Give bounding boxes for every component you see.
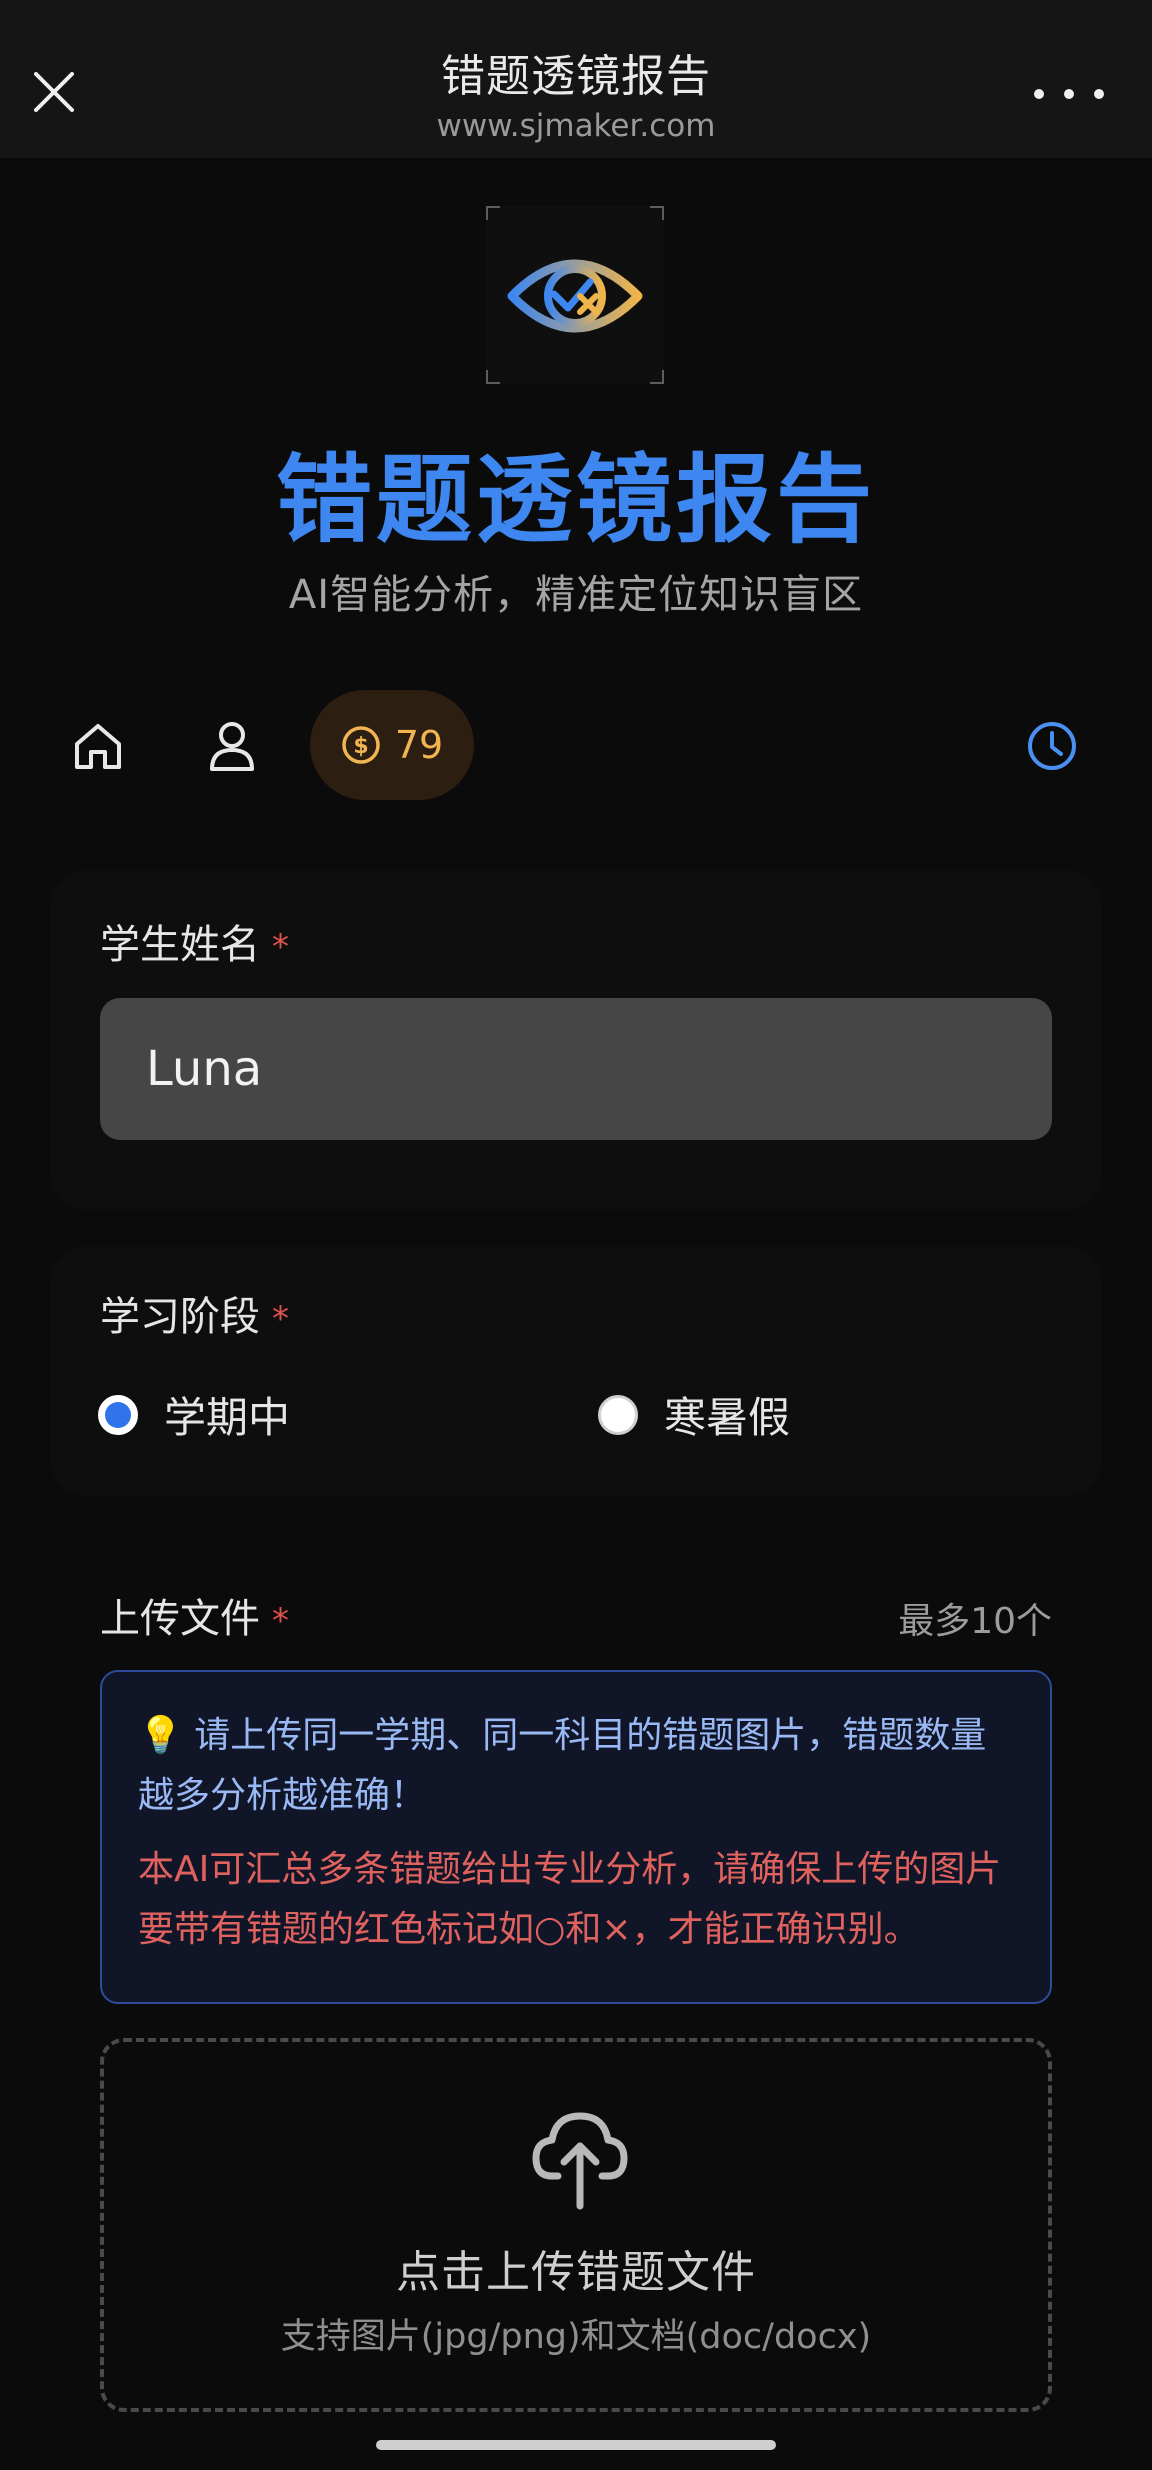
radio-label: 寒暑假 bbox=[664, 1393, 791, 1442]
learning-stage-label: 学习阶段 * bbox=[100, 1284, 289, 1342]
dot bbox=[1034, 89, 1044, 99]
hero-subtitle: AI智能分析，精准定位知识盲区 bbox=[288, 572, 864, 618]
user-icon[interactable] bbox=[204, 718, 260, 774]
cloud-upload-icon bbox=[532, 2112, 628, 2210]
home-icon[interactable] bbox=[70, 718, 126, 774]
tip-text: 请上传同一学期、同一科目的错题图片，错题数量越多分析越准确！ bbox=[138, 1715, 987, 1816]
upload-title: 点击上传错题文件 bbox=[396, 2247, 756, 2298]
student-name-input[interactable] bbox=[100, 998, 1052, 1140]
upload-subtitle: 支持图片(jpg/png)和文档(doc/docx) bbox=[280, 2317, 872, 2357]
required-mark: * bbox=[272, 927, 289, 967]
coin-balance-button[interactable]: $ 79 bbox=[310, 690, 474, 800]
site-url: www.sjmaker.com bbox=[436, 108, 716, 144]
radio-label: 学期中 bbox=[164, 1393, 291, 1442]
upload-warning: 本AI可汇总多条错题给出专业分析，请确保上传的图片要带有错题的红色标记如○和×，… bbox=[138, 1849, 1002, 1950]
max-files-note: 最多10个 bbox=[898, 1601, 1052, 1642]
dollar-coin-icon: $ bbox=[342, 726, 380, 764]
coin-count: 79 bbox=[394, 723, 444, 767]
student-name-label: 学生姓名 * bbox=[100, 912, 289, 970]
label-text: 学习阶段 bbox=[100, 1294, 260, 1340]
lightbulb-icon: 💡 bbox=[138, 1715, 183, 1756]
upload-file-label: 上传文件 * bbox=[100, 1586, 289, 1644]
eye-check-cross-icon bbox=[507, 259, 643, 333]
upload-tip: 💡 请上传同一学期、同一科目的错题图片，错题数量越多分析越准确！ bbox=[138, 1706, 1014, 1826]
radio-unselected-icon bbox=[598, 1394, 638, 1435]
app-logo bbox=[486, 206, 664, 384]
label-text: 上传文件 bbox=[100, 1596, 260, 1642]
page-title: 错题透镜报告 bbox=[441, 51, 711, 102]
svg-text:$: $ bbox=[353, 734, 368, 759]
dot bbox=[1094, 89, 1104, 99]
upload-tip-box: 💡 请上传同一学期、同一科目的错题图片，错题数量越多分析越准确！ 本AI可汇总多… bbox=[100, 1670, 1052, 2004]
hero-title: 错题透镜报告 bbox=[276, 444, 876, 556]
dot bbox=[1064, 89, 1074, 99]
radio-during-term[interactable]: 学期中 bbox=[98, 1384, 290, 1445]
home-indicator[interactable] bbox=[376, 2440, 776, 2450]
top-bar: 错题透镜报告 www.sjmaker.com bbox=[0, 0, 1152, 158]
required-mark: * bbox=[272, 1299, 289, 1339]
required-mark: * bbox=[272, 1601, 289, 1641]
radio-vacation[interactable]: 寒暑假 bbox=[598, 1384, 790, 1445]
radio-selected-icon bbox=[98, 1394, 138, 1435]
clock-icon[interactable] bbox=[1024, 718, 1080, 774]
upload-dropzone[interactable]: 点击上传错题文件 支持图片(jpg/png)和文档(doc/docx) bbox=[100, 2038, 1052, 2412]
more-dots-icon[interactable] bbox=[1034, 74, 1104, 114]
label-text: 学生姓名 bbox=[100, 922, 260, 968]
